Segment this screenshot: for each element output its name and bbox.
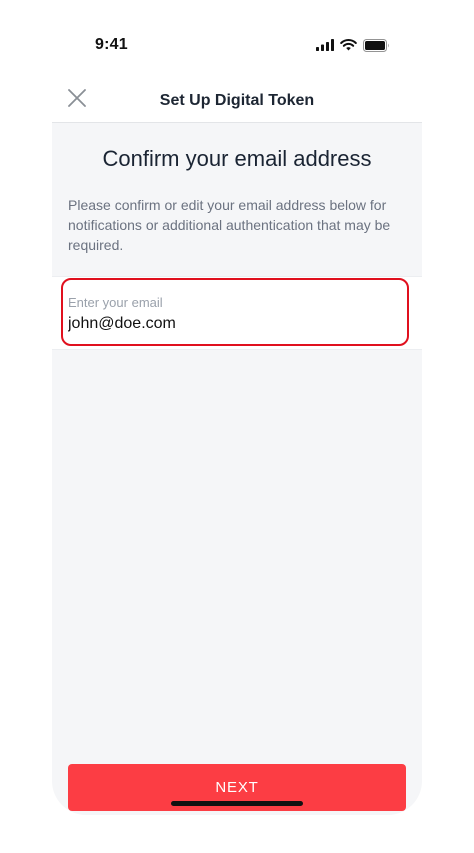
status-time: 9:41 bbox=[95, 36, 128, 53]
description-text: Please confirm or edit your email addres… bbox=[68, 197, 391, 253]
page-title: Confirm your email address bbox=[102, 146, 372, 171]
home-indicator bbox=[171, 801, 303, 806]
battery-icon bbox=[363, 38, 390, 52]
status-icons bbox=[310, 38, 390, 52]
email-field[interactable]: Enter your email bbox=[52, 276, 422, 350]
nav-title: Set Up Digital Token bbox=[159, 92, 315, 109]
nav-bar: Set Up Digital Token bbox=[52, 72, 422, 123]
email-input[interactable] bbox=[68, 315, 398, 333]
cellular-signal-icon bbox=[316, 39, 334, 51]
phone-screen: 9:41 Set Up Digital Token Confirm your e… bbox=[52, 20, 422, 815]
email-field-label: Enter your email bbox=[68, 295, 163, 310]
wifi-icon bbox=[340, 39, 357, 51]
email-field-highlight bbox=[61, 278, 409, 346]
content-area: Confirm your email address Please confir… bbox=[52, 123, 422, 815]
status-bar: 9:41 bbox=[52, 20, 422, 72]
